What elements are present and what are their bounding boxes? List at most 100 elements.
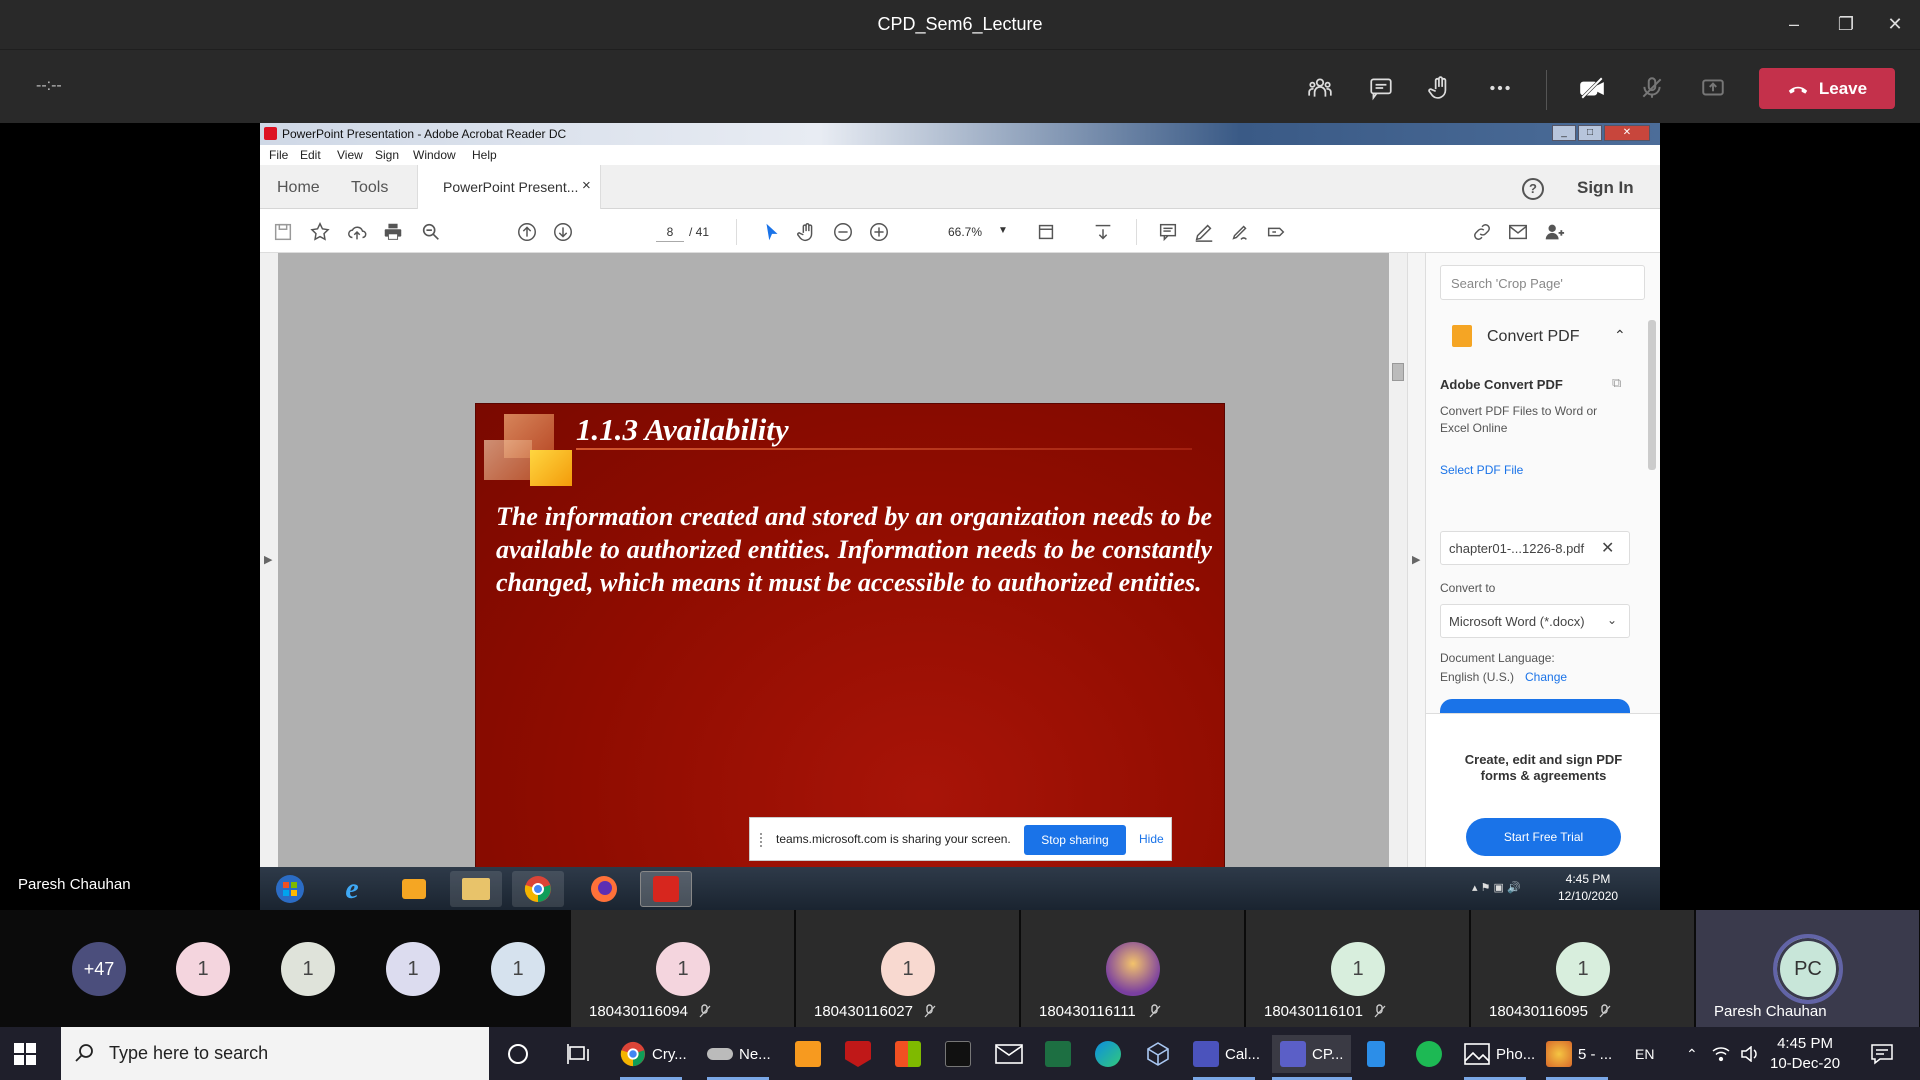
menu-help[interactable]: Help [472,148,497,162]
right-panel-toggle[interactable]: ▶ [1407,253,1425,910]
copy-icon[interactable]: ⧉ [1612,375,1621,391]
email-icon[interactable] [1505,219,1531,245]
taskbar-app-network[interactable]: Ne... [707,1035,771,1073]
taskbar-app-paint[interactable]: 5 - ... [1546,1035,1612,1073]
collapse-right-icon[interactable]: ▶ [1412,553,1420,566]
mic-off-icon[interactable] [1634,70,1670,106]
convert-to-select[interactable]: Microsoft Word (*.docx) ⌄ [1440,604,1630,638]
chrome-icon[interactable] [512,871,564,907]
tray-chevron-icon[interactable]: ⌃ [1686,1035,1698,1073]
hide-notice-button[interactable]: Hide [1139,832,1164,846]
bookmark-star-icon[interactable] [307,219,333,245]
tray-icons[interactable]: ▴ ⚑ ▣ 🔊 [1472,881,1521,894]
zoom-out-icon[interactable] [830,219,856,245]
zoom-dropdown-icon[interactable]: ▼ [998,225,1008,236]
terminal-icon[interactable] [945,1035,971,1073]
page-number-input[interactable]: 8 [656,222,684,242]
menu-file[interactable]: File [269,148,288,162]
sublime-icon[interactable] [795,1035,821,1073]
chevron-up-icon[interactable]: ⌃ [1614,327,1626,344]
fit-page-icon[interactable] [1033,219,1059,245]
document-scroll-thumb[interactable] [1392,363,1404,381]
cortana-icon[interactable] [508,1035,528,1073]
notifications-icon[interactable] [1870,1035,1894,1073]
more-icon[interactable] [1482,70,1518,106]
people-icon[interactable] [1302,70,1338,106]
panel-scrollbar[interactable] [1646,308,1658,688]
input-language[interactable]: EN [1635,1035,1654,1073]
acrobat-close-icon[interactable]: ✕ [1604,125,1650,141]
raise-hand-icon[interactable] [1422,70,1458,106]
change-language-link[interactable]: Change [1525,670,1567,684]
select-cursor-icon[interactable] [759,219,785,245]
drag-grip-icon[interactable] [760,833,765,847]
participant-avatar[interactable]: 1 [281,942,335,996]
crop-page-search-input[interactable]: Search 'Crop Page' [1440,265,1645,300]
fill-sign-icon[interactable] [1263,219,1289,245]
volume-icon[interactable] [1741,1035,1759,1073]
panel-scroll-thumb[interactable] [1648,320,1656,470]
tab-tools[interactable]: Tools [351,179,388,197]
zoom-in-icon[interactable] [866,219,892,245]
ie-icon[interactable]: e [326,871,378,907]
page-up-icon[interactable] [514,219,540,245]
menu-view[interactable]: View [337,148,363,162]
share-link-icon[interactable] [1469,219,1495,245]
tab-close-icon[interactable]: × [582,177,591,194]
participant-avatar[interactable]: 1 [491,942,545,996]
zoom-level[interactable]: 66.7% [948,225,982,239]
participant-tile[interactable]: 1 180430116094 [571,910,794,1027]
document-viewport[interactable]: 1.1.3 Availability The information creat… [278,253,1389,910]
task-view-icon[interactable] [566,1035,590,1073]
sign-in-button[interactable]: Sign In [1577,178,1634,198]
taskbar-app-calendar[interactable]: Cal... [1193,1035,1260,1073]
media-player-icon[interactable] [388,871,440,907]
start-free-trial-button[interactable]: Start Free Trial [1466,818,1621,856]
remove-file-icon[interactable]: ✕ [1601,538,1614,558]
expand-left-icon[interactable]: ▶ [264,553,272,566]
windows-start-icon[interactable] [14,1035,36,1073]
zoom-search-icon[interactable] [418,219,444,245]
overflow-participants[interactable]: +47 [72,942,126,996]
scroll-mode-icon[interactable] [1090,219,1116,245]
page-down-icon[interactable] [550,219,576,245]
add-user-icon[interactable] [1541,219,1567,245]
draw-sign-icon[interactable] [1227,219,1253,245]
minimize-icon[interactable]: – [1772,8,1816,40]
participant-avatar[interactable]: 1 [176,942,230,996]
camera-off-icon[interactable] [1574,70,1610,106]
taskbar-app-chrome[interactable]: Cry... [620,1035,687,1073]
participant-tile[interactable]: 1 180430116095 [1471,910,1694,1027]
select-pdf-link[interactable]: Select PDF File [1440,463,1523,477]
file-explorer-icon[interactable] [450,871,502,907]
store-icon[interactable] [895,1035,921,1073]
self-tile[interactable]: PC Paresh Chauhan [1696,910,1919,1027]
tab-home[interactable]: Home [277,179,320,197]
3d-viewer-icon[interactable] [1145,1035,1171,1073]
selected-file-field[interactable]: chapter01-...1226-8.pdf ✕ [1440,531,1630,565]
help-icon[interactable]: ? [1522,178,1544,200]
comment-icon[interactable] [1155,219,1181,245]
participant-tile[interactable]: 1 180430116101 [1246,910,1469,1027]
chat-icon[interactable] [1363,70,1399,106]
tab-document[interactable]: PowerPoint Present... × [417,165,601,209]
document-scrollbar[interactable] [1389,253,1407,910]
save-icon[interactable] [270,219,296,245]
spotify-icon[interactable] [1416,1035,1442,1073]
acrobat-minimize-icon[interactable]: _ [1552,125,1576,141]
print-icon[interactable] [380,219,406,245]
acrobat-taskbar-icon[interactable] [640,871,692,907]
hand-tool-icon[interactable] [794,219,820,245]
upload-cloud-icon[interactable] [344,219,370,245]
taskbar-app-photos[interactable]: Pho... [1464,1035,1535,1073]
participant-tile[interactable]: 1 180430116027 [796,910,1019,1027]
stop-sharing-button[interactable]: Stop sharing [1024,825,1126,855]
menu-sign[interactable]: Sign [375,148,399,162]
taskbar-search-box[interactable]: Type here to search [61,1027,489,1080]
restore-icon[interactable]: ❐ [1824,8,1868,40]
participant-avatar[interactable]: 1 [386,942,440,996]
menu-edit[interactable]: Edit [300,148,321,162]
acrobat-maximize-icon[interactable]: □ [1578,125,1602,141]
leave-button[interactable]: Leave [1759,68,1895,109]
mail-icon[interactable] [995,1035,1023,1073]
